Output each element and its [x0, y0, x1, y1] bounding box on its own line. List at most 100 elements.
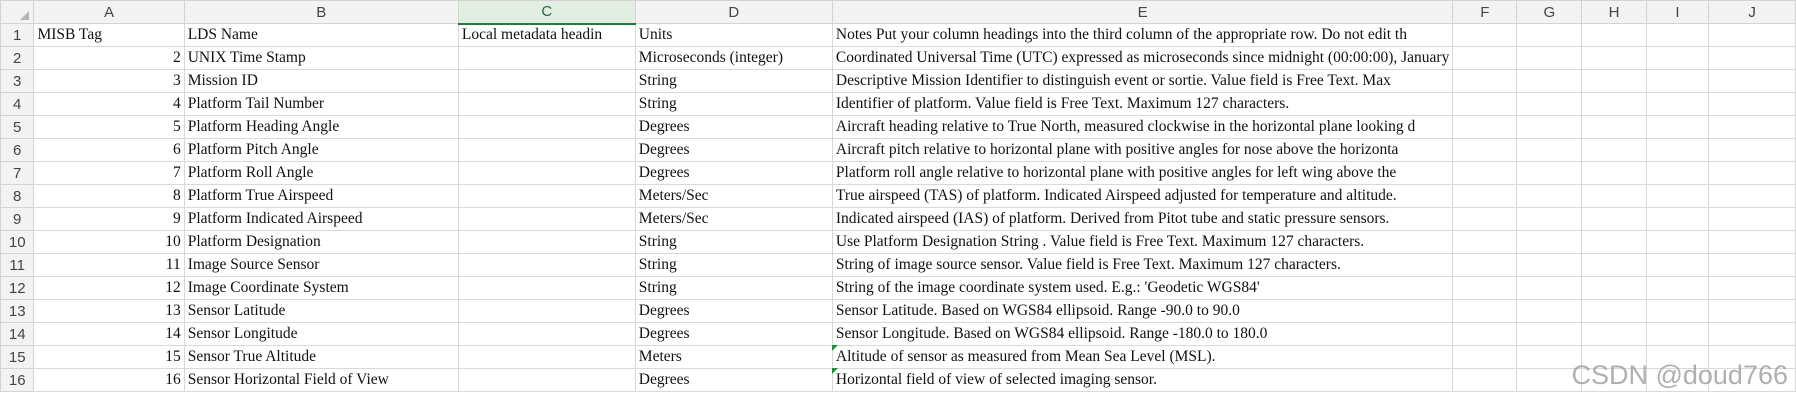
cell-i[interactable] [1645, 368, 1710, 392]
cell-local-heading[interactable] [457, 368, 636, 392]
cell-lds-name[interactable]: Platform Roll Angle [183, 161, 459, 185]
cell-misb-tag[interactable]: 4 [33, 92, 185, 116]
cell-h[interactable] [1581, 322, 1647, 346]
column-header-d[interactable]: D [634, 0, 833, 24]
cell-g[interactable] [1516, 322, 1583, 346]
row-header[interactable]: 7 [0, 161, 35, 185]
cell-h[interactable] [1581, 115, 1647, 139]
cell-j[interactable] [1708, 207, 1796, 231]
cell-lds-name[interactable]: Sensor Horizontal Field of View [183, 368, 459, 392]
cell-j[interactable] [1708, 253, 1796, 277]
cell-misb-tag[interactable]: 15 [33, 345, 185, 369]
cell-g[interactable] [1516, 299, 1583, 323]
cell-local-heading[interactable] [457, 92, 636, 116]
cell-j[interactable] [1708, 92, 1796, 116]
cell-h[interactable] [1581, 92, 1647, 116]
cell-local-heading[interactable] [457, 276, 636, 300]
cell-misb-tag[interactable]: 13 [33, 299, 185, 323]
cell-lds-name[interactable]: Sensor True Altitude [183, 345, 459, 369]
cell-notes[interactable]: Aircraft pitch relative to horizontal pl… [831, 138, 1454, 162]
select-all-corner[interactable] [0, 0, 35, 24]
cell-i[interactable] [1645, 23, 1710, 47]
cell-h[interactable] [1581, 23, 1647, 47]
row-header[interactable]: 9 [0, 207, 35, 231]
row-header[interactable]: 13 [0, 299, 35, 323]
cell-units[interactable]: String [634, 92, 833, 116]
cell-notes[interactable]: True airspeed (TAS) of platform. Indicat… [831, 184, 1454, 208]
cell-g[interactable] [1516, 23, 1583, 47]
cell-misb-tag[interactable]: 7 [33, 161, 185, 185]
cell-lds-name[interactable]: Sensor Latitude [183, 299, 459, 323]
cell-local-heading[interactable] [457, 69, 636, 93]
cell-misb-tag[interactable]: 12 [33, 276, 185, 300]
cell-i[interactable] [1645, 322, 1710, 346]
cell-local-heading[interactable] [457, 138, 636, 162]
row-header[interactable]: 15 [0, 345, 35, 369]
cell-notes[interactable]: Platform roll angle relative to horizont… [831, 161, 1454, 185]
cell-i[interactable] [1645, 69, 1710, 93]
cell-notes[interactable]: Identifier of platform. Value field is F… [831, 92, 1454, 116]
cell-i[interactable] [1645, 161, 1710, 185]
cell-notes[interactable]: Coordinated Universal Time (UTC) express… [831, 46, 1454, 70]
cell-local-heading[interactable]: Local metadata headin [457, 23, 636, 47]
cell-lds-name[interactable]: Image Coordinate System [183, 276, 459, 300]
cell-j[interactable] [1708, 46, 1796, 70]
cell-units[interactable]: Meters/Sec [634, 207, 833, 231]
cell-f[interactable] [1452, 299, 1518, 323]
cell-g[interactable] [1516, 276, 1583, 300]
cell-h[interactable] [1581, 230, 1647, 254]
cell-g[interactable] [1516, 368, 1583, 392]
cell-h[interactable] [1581, 46, 1647, 70]
cell-f[interactable] [1452, 138, 1518, 162]
column-header-c[interactable]: C [457, 0, 636, 25]
cell-g[interactable] [1516, 207, 1583, 231]
cell-misb-tag[interactable]: 14 [33, 322, 185, 346]
cell-h[interactable] [1581, 368, 1647, 392]
row-header[interactable]: 1 [0, 23, 35, 47]
cell-lds-name[interactable]: UNIX Time Stamp [183, 46, 459, 70]
cell-misb-tag[interactable]: 8 [33, 184, 185, 208]
cell-misb-tag[interactable]: 5 [33, 115, 185, 139]
cell-misb-tag[interactable]: 6 [33, 138, 185, 162]
cell-h[interactable] [1581, 253, 1647, 277]
cell-notes[interactable]: String of the image coordinate system us… [831, 276, 1454, 300]
cell-h[interactable] [1581, 161, 1647, 185]
cell-units[interactable]: Units [634, 23, 833, 47]
cell-i[interactable] [1645, 230, 1710, 254]
cell-g[interactable] [1516, 161, 1583, 185]
cell-notes[interactable]: Sensor Longitude. Based on WGS84 ellipso… [831, 322, 1454, 346]
cell-local-heading[interactable] [457, 253, 636, 277]
cell-j[interactable] [1708, 161, 1796, 185]
cell-lds-name[interactable]: Platform True Airspeed [183, 184, 459, 208]
cell-g[interactable] [1516, 184, 1583, 208]
cell-lds-name[interactable]: Image Source Sensor [183, 253, 459, 277]
cell-g[interactable] [1516, 69, 1583, 93]
cell-h[interactable] [1581, 184, 1647, 208]
cell-misb-tag[interactable]: 2 [33, 46, 185, 70]
cell-lds-name[interactable]: Platform Tail Number [183, 92, 459, 116]
cell-g[interactable] [1516, 345, 1583, 369]
cell-j[interactable] [1708, 299, 1796, 323]
cell-f[interactable] [1452, 161, 1518, 185]
cell-j[interactable] [1708, 115, 1796, 139]
cell-local-heading[interactable] [457, 184, 636, 208]
row-header[interactable]: 3 [0, 69, 35, 93]
cell-f[interactable] [1452, 345, 1518, 369]
cell-f[interactable] [1452, 230, 1518, 254]
cell-j[interactable] [1708, 345, 1796, 369]
cell-f[interactable] [1452, 23, 1518, 47]
cell-i[interactable] [1645, 276, 1710, 300]
column-header-a[interactable]: A [33, 0, 185, 24]
cell-units[interactable]: Degrees [634, 115, 833, 139]
cell-f[interactable] [1452, 276, 1518, 300]
cell-f[interactable] [1452, 184, 1518, 208]
cell-f[interactable] [1452, 322, 1518, 346]
cell-i[interactable] [1645, 184, 1710, 208]
cell-units[interactable]: String [634, 276, 833, 300]
row-header[interactable]: 16 [0, 368, 35, 392]
cell-j[interactable] [1708, 230, 1796, 254]
column-header-h[interactable]: H [1581, 0, 1647, 24]
cell-i[interactable] [1645, 92, 1710, 116]
cell-f[interactable] [1452, 253, 1518, 277]
cell-notes[interactable]: Horizontal field of view of selected ima… [831, 368, 1454, 392]
